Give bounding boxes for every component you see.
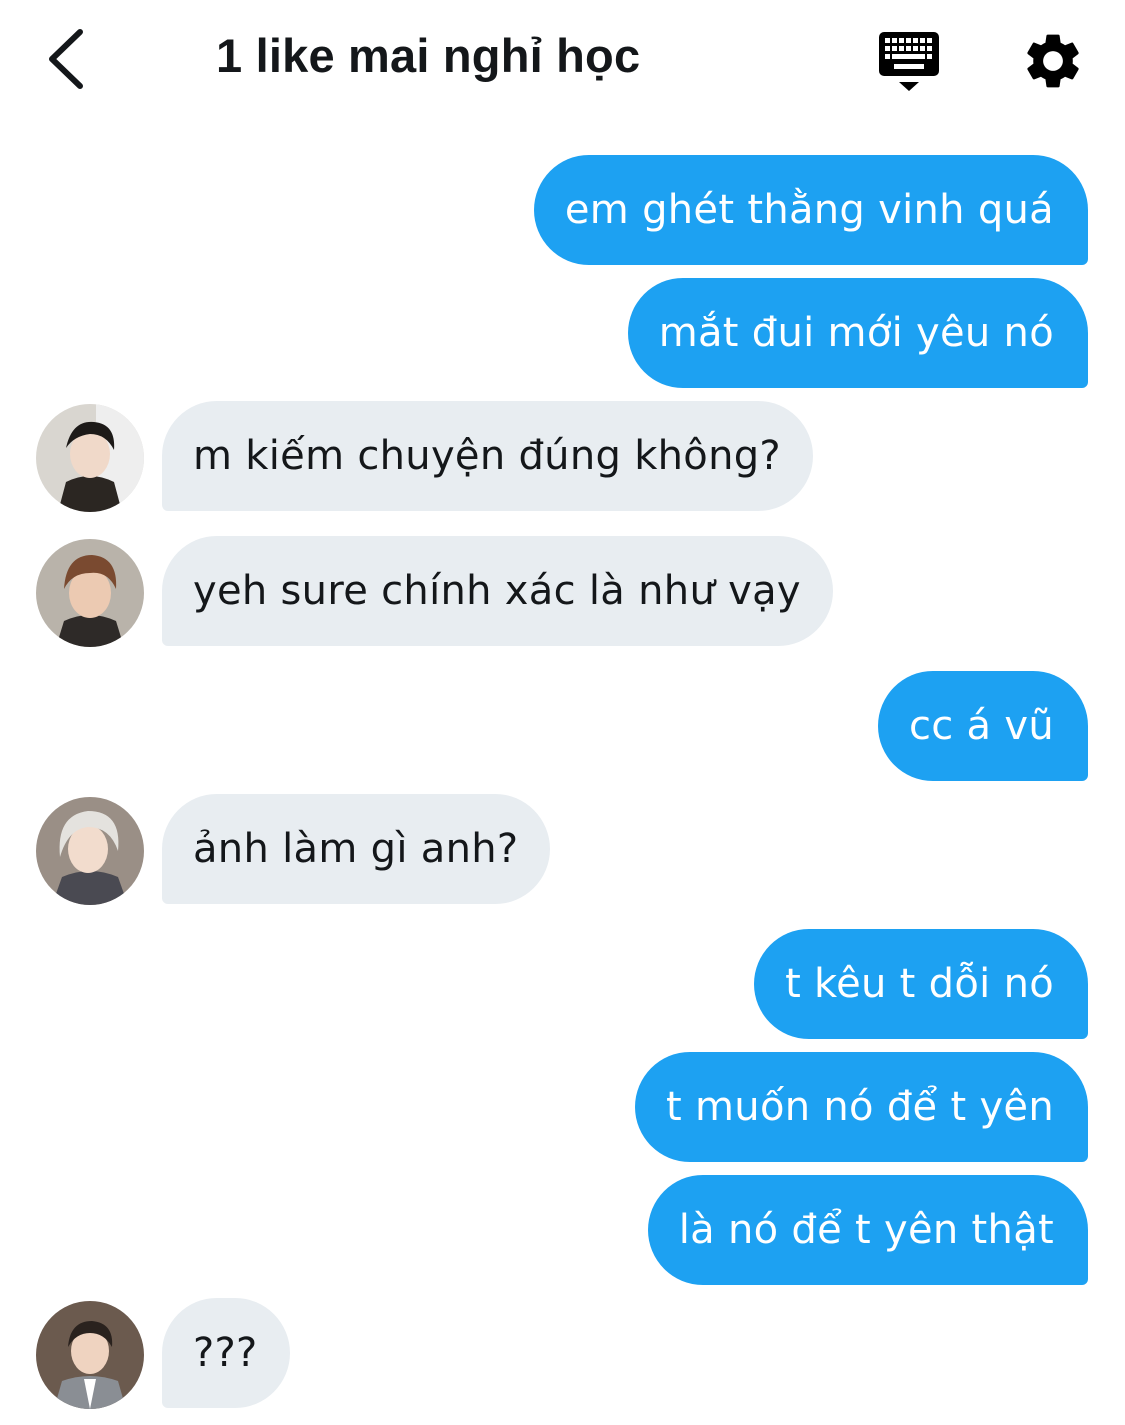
outgoing-message[interactable]: mắt đui mới yêu nó [627, 278, 1088, 388]
settings-button[interactable] [1020, 28, 1086, 94]
incoming-message[interactable]: yeh sure chính xác là như vạy [162, 536, 833, 646]
avatar[interactable] [36, 1301, 144, 1409]
incoming-message[interactable]: ảnh làm gì anh? [162, 794, 551, 904]
avatar[interactable] [36, 797, 144, 905]
keyboard-toggle-button[interactable] [872, 28, 946, 96]
keyboard-icon [879, 32, 939, 91]
avatar[interactable] [36, 404, 144, 512]
avatar[interactable] [36, 539, 144, 647]
outgoing-message[interactable]: em ghét thằng vinh quá [533, 155, 1088, 265]
chevron-left-icon [49, 29, 83, 89]
outgoing-message[interactable]: t kêu t dỗi nó [754, 929, 1088, 1039]
chat-header: 1 like mai nghỉ học [0, 0, 1125, 120]
outgoing-message[interactable]: là nó để t yên thật [647, 1175, 1088, 1285]
conversation-title[interactable]: 1 like mai nghỉ học [216, 28, 640, 83]
gear-icon [1027, 34, 1079, 88]
incoming-message[interactable]: ??? [162, 1298, 290, 1408]
incoming-message[interactable]: m kiếm chuyện đúng không? [162, 401, 813, 511]
outgoing-message[interactable]: t muốn nó để t yên [635, 1052, 1088, 1162]
back-button[interactable] [40, 24, 100, 94]
outgoing-message[interactable]: cc á vũ [877, 671, 1088, 781]
